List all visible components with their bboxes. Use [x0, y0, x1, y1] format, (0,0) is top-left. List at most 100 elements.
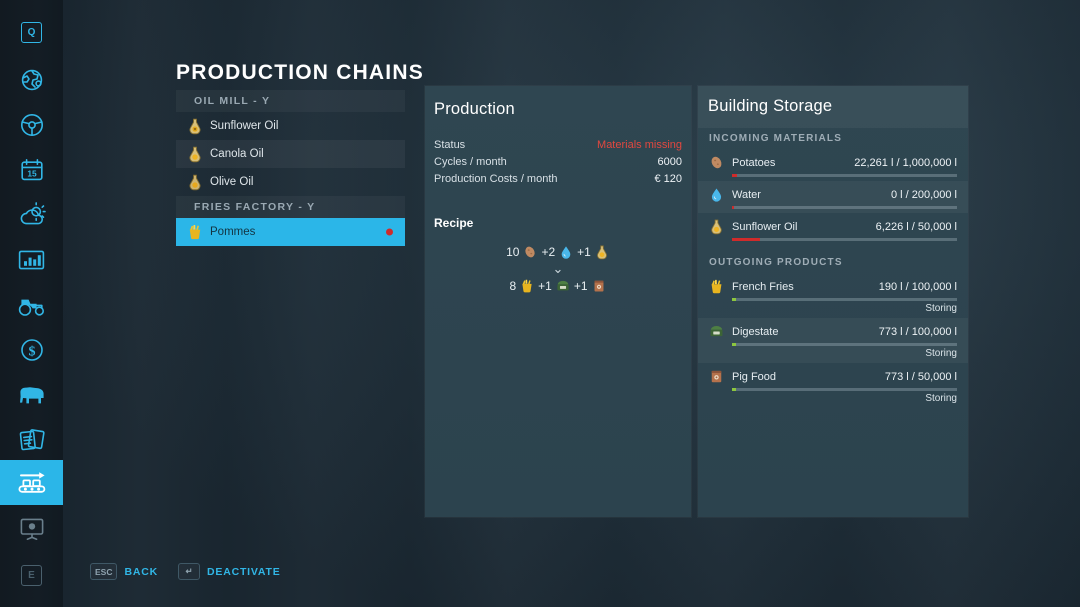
storage-section-header-incoming: INCOMING MATERIALS	[709, 133, 843, 144]
recipe-arrow-icon: ⌄	[552, 261, 564, 276]
water-icon	[711, 188, 722, 202]
fries-icon	[711, 279, 722, 294]
chart-icon	[18, 250, 45, 269]
oil-bottle-icon	[189, 118, 201, 135]
sidebar-item-key-e[interactable]: E	[0, 553, 63, 598]
chain-group-header: FRIES FACTORY - Y	[176, 196, 405, 218]
sidebar-item-contracts[interactable]	[0, 417, 63, 462]
storage-item-name: French Fries	[732, 280, 794, 293]
hint-back[interactable]: ESC BACK	[90, 563, 158, 580]
recipe-amount: 8	[509, 279, 517, 293]
oil-bottle-icon	[597, 245, 607, 260]
stat-label: Production Costs / month	[434, 173, 558, 185]
recipe-outputs: 8 +1 +1	[425, 278, 691, 294]
chain-row-olive-oil[interactable]: Olive Oil	[176, 168, 405, 196]
storage-item-amount: 773 l / 100,000 l	[878, 325, 957, 338]
sidebar-item-finances[interactable]: $	[0, 327, 63, 372]
production-panel: Production Status Materials missing Cycl…	[425, 86, 691, 517]
stat-value: Materials missing	[597, 139, 682, 151]
esc-key-icon: ESC	[90, 563, 118, 580]
sidebar-item-key-q[interactable]: Q	[0, 10, 63, 55]
storage-item-amount: 6,226 l / 50,000 l	[875, 220, 957, 233]
hint-label: DEACTIVATE	[207, 565, 281, 578]
oil-bottle-icon	[189, 174, 201, 191]
dollar-icon: $	[20, 338, 43, 361]
potato-icon	[711, 156, 722, 169]
documents-icon	[19, 428, 45, 450]
stat-value: € 120	[654, 173, 682, 185]
recipe-diagram: 10 +2 +1 ⌄ 8 +1 +1	[425, 244, 691, 294]
sidebar-item-weather[interactable]	[0, 192, 63, 237]
key-q-icon: Q	[21, 22, 42, 43]
pigfood-icon	[711, 370, 722, 383]
chain-row-sunflower-oil[interactable]: Sunflower Oil	[176, 112, 405, 140]
storage-row-sunflower-oil[interactable]: Sunflower Oil 6,226 l / 50,000 l	[698, 213, 968, 245]
steering-wheel-icon	[20, 113, 43, 136]
storage-row-pig-food[interactable]: Pig Food 773 l / 50,000 l Storing	[698, 363, 968, 408]
sidebar-item-machines[interactable]	[0, 282, 63, 327]
storage-row-potatoes[interactable]: Potatoes 22,261 l / 1,000,000 l	[698, 149, 968, 181]
cow-icon	[19, 386, 44, 403]
chain-row-label: Canola Oil	[210, 148, 264, 160]
storage-section-header-outgoing: OUTGOING PRODUCTS	[709, 257, 843, 268]
recipe-amount: +2	[541, 245, 556, 259]
fries-icon	[522, 279, 532, 293]
chain-row-canola-oil[interactable]: Canola Oil	[176, 140, 405, 168]
recipe-amount: +1	[577, 245, 591, 259]
recipe-amount: +1	[573, 279, 588, 293]
storage-item-name: Water	[732, 188, 761, 201]
bottom-hint-bar: ESC BACK ↵ DEACTIVATE	[90, 563, 281, 580]
storage-fill-bar	[732, 174, 957, 177]
building-storage-panel: Building Storage INCOMING MATERIALS Pota…	[698, 86, 968, 517]
storage-row-water[interactable]: Water 0 l / 200,000 l	[698, 181, 968, 213]
hint-label: BACK	[124, 565, 159, 578]
sidebar-item-statistics[interactable]	[0, 237, 63, 282]
storage-fill-bar	[732, 343, 957, 346]
storage-fill-bar	[732, 298, 957, 301]
stat-row-costs: Production Costs / month € 120	[434, 173, 682, 190]
page-title: PRODUCTION CHAINS	[176, 61, 424, 84]
digestate-icon	[557, 280, 569, 291]
recipe-heading: Recipe	[434, 216, 474, 230]
production-chains-screen: Q 15 $ E PRODUCTION CHAINS OIL MILL - Y …	[0, 0, 1080, 607]
conveyor-icon	[18, 471, 45, 493]
storage-item-status: Storing	[925, 348, 957, 359]
status-badge-alert	[386, 228, 393, 236]
sidebar-item-production[interactable]	[0, 460, 63, 505]
globe-icon	[21, 69, 42, 90]
enter-key-icon: ↵	[178, 563, 201, 580]
water-icon	[561, 246, 571, 259]
production-stats: Status Materials missing Cycles / month …	[425, 139, 691, 190]
sidebar-item-animals[interactable]	[0, 372, 63, 417]
sidebar-icon-rail: Q 15 $ E	[0, 0, 63, 607]
storage-item-status: Storing	[925, 393, 957, 404]
sidebar-item-presentation[interactable]	[0, 506, 63, 551]
sidebar-item-vehicles[interactable]	[0, 102, 63, 147]
recipe-inputs: 10 +2 +1	[425, 244, 691, 260]
sidebar-item-calendar[interactable]: 15	[0, 147, 63, 192]
hint-deactivate[interactable]: ↵ DEACTIVATE	[178, 563, 281, 580]
digestate-icon	[710, 326, 723, 337]
storage-row-french-fries[interactable]: French Fries 190 l / 100,000 l Storing	[698, 273, 968, 318]
storage-row-digestate[interactable]: Digestate 773 l / 100,000 l Storing	[698, 318, 968, 363]
oil-bottle-icon	[189, 146, 201, 163]
production-chain-list: OIL MILL - Y Sunflower Oil Canola Oil Ol…	[176, 90, 405, 246]
sidebar-item-map-globe[interactable]	[0, 57, 63, 102]
calendar-icon: 15	[20, 158, 43, 180]
storage-item-name: Pig Food	[732, 370, 777, 383]
stat-value: 6000	[657, 156, 682, 168]
storage-panel-title: Building Storage	[708, 97, 833, 115]
pigfood-icon	[594, 280, 604, 292]
storage-fill-bar	[732, 388, 957, 391]
stat-label: Status	[434, 139, 466, 151]
recipe-amount: 10	[506, 245, 520, 259]
chain-row-label: Sunflower Oil	[210, 120, 279, 132]
storage-fill-bar	[732, 238, 957, 241]
tractor-icon	[18, 299, 44, 316]
storage-item-amount: 0 l / 200,000 l	[890, 188, 957, 201]
storage-item-name: Potatoes	[732, 156, 776, 169]
oil-bottle-icon	[711, 219, 722, 235]
chain-row-pommes[interactable]: Pommes	[176, 218, 405, 246]
storage-item-status: Storing	[925, 303, 957, 314]
storage-item-name: Digestate	[732, 325, 779, 338]
